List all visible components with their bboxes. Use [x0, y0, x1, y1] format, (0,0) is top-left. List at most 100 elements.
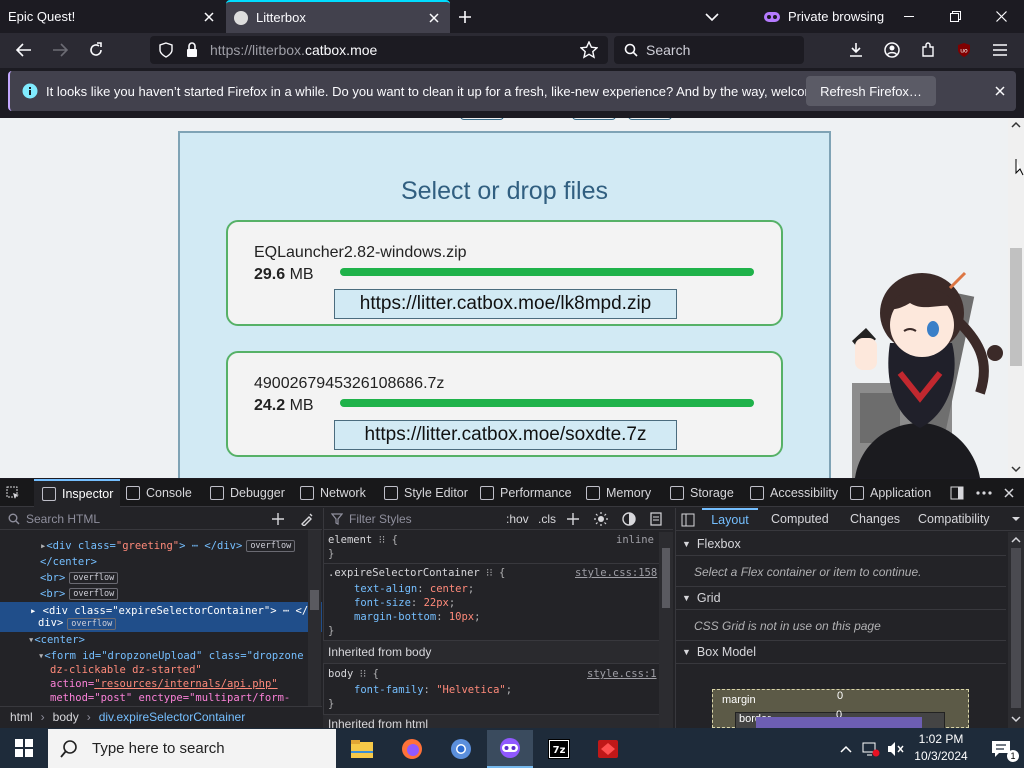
devtools-tab-performance[interactable]: Performance [480, 479, 572, 507]
devtools-tab-console[interactable]: Console [126, 479, 192, 507]
changes-tab[interactable]: Changes [850, 508, 900, 530]
scroll-up-icon[interactable] [1008, 535, 1024, 545]
hover-pseudo-toggle[interactable]: :hov [506, 512, 529, 526]
taskbar-clock[interactable]: 1:02 PM 10/3/2024 [910, 731, 972, 765]
markup-node[interactable]: <br> overflow [0, 570, 322, 586]
taskbar-7zip[interactable]: 7z [536, 730, 582, 768]
partial-button-above[interactable] [572, 118, 616, 120]
dock-options-button[interactable] [950, 479, 964, 507]
minimize-button[interactable] [886, 0, 932, 33]
scroll-down-icon[interactable] [1008, 714, 1024, 724]
tab-litterbox[interactable]: Litterbox [226, 0, 450, 33]
markup-node[interactable]: ▾ <center> [0, 632, 322, 648]
css-selector[interactable]: .expireSelectorContainer [328, 567, 480, 579]
css-value[interactable]: 10px [449, 611, 474, 623]
restore-button[interactable] [932, 0, 978, 33]
scrollbar-thumb[interactable] [310, 590, 319, 610]
devtools-tab-storage[interactable]: Storage [670, 479, 734, 507]
start-button[interactable] [0, 728, 48, 768]
search-html-bar[interactable]: Search HTML [0, 508, 322, 530]
scrollbar-thumb[interactable] [1011, 548, 1021, 708]
file-link[interactable]: https://litter.catbox.moe/soxdte.7z [334, 420, 677, 450]
css-property[interactable]: margin-bottom [354, 611, 436, 623]
print-media-icon[interactable] [650, 511, 662, 526]
dark-theme-icon[interactable] [622, 511, 636, 526]
taskbar-search-box[interactable]: Type here to search [48, 729, 336, 768]
close-tab-icon[interactable] [424, 8, 444, 28]
app-menu-button[interactable] [986, 36, 1014, 64]
taskbar-file-explorer[interactable] [339, 730, 385, 768]
markup-node-selected[interactable]: ▸ <div class="expireSelectorContainer"> … [0, 602, 322, 632]
breadcrumb-item[interactable]: div.expireSelectorContainer [99, 710, 246, 724]
taskbar-epic-quest-app[interactable] [585, 730, 631, 768]
back-button[interactable] [10, 36, 38, 64]
volume-button[interactable] [883, 730, 909, 768]
devtools-tab-style-editor[interactable]: Style Editor [384, 479, 468, 507]
devtools-tab-network[interactable]: Network [300, 479, 366, 507]
rule-source[interactable]: style.css:158 [575, 567, 657, 579]
css-declaration[interactable]: text-align: center; [354, 583, 474, 595]
css-selector[interactable]: body [328, 668, 353, 680]
scroll-down-icon[interactable] [1008, 464, 1024, 474]
grid-section-header[interactable]: ▼ Grid [676, 586, 1006, 610]
breadcrumb-item[interactable]: html [10, 710, 33, 724]
bookmark-star-icon[interactable] [580, 41, 598, 59]
devtools-menu-button[interactable] [976, 479, 992, 507]
show-hidden-icons-button[interactable] [832, 730, 860, 768]
taskbar-chromium[interactable] [438, 730, 484, 768]
overflow-badge[interactable]: overflow [69, 588, 119, 600]
markup-node[interactable]: <br> overflow [0, 586, 322, 602]
file-link[interactable]: https://litter.catbox.moe/lk8mpd.zip [334, 289, 677, 319]
url-bar[interactable]: https://litterbox.catbox.moe [150, 36, 608, 64]
list-all-tabs-button[interactable] [700, 0, 724, 33]
css-property[interactable]: font-size [354, 597, 411, 609]
box-model-section-header[interactable]: ▼ Box Model [676, 640, 1006, 664]
partial-button-above[interactable] [628, 118, 672, 120]
refresh-firefox-button[interactable]: Refresh Firefox… [806, 76, 936, 106]
tab-epic-quest[interactable]: Epic Quest! [0, 0, 225, 33]
css-declaration[interactable]: font-size: 22px; [354, 597, 455, 609]
account-button[interactable] [878, 36, 906, 64]
layout-scrollbar[interactable] [1008, 532, 1024, 728]
search-bar[interactable]: Search [614, 36, 804, 64]
scroll-up-icon[interactable] [1008, 120, 1024, 130]
network-status-button[interactable] [858, 730, 884, 768]
devtools-tab-debugger[interactable]: Debugger [210, 479, 285, 507]
overflow-badge[interactable]: overflow [246, 540, 296, 552]
rule-source-link[interactable]: style.css:1 [587, 668, 657, 680]
markup-node[interactable]: ▸ <div class= "greeting" > ⋯ </div> overflo… [0, 538, 322, 554]
css-value[interactable]: 22px [424, 597, 449, 609]
rule-source[interactable]: style.css:1 [587, 668, 657, 680]
partial-button-above[interactable] [460, 118, 504, 120]
css-selector[interactable]: element [328, 534, 372, 546]
downloads-button[interactable] [842, 36, 870, 64]
scrollbar-thumb[interactable] [1010, 248, 1022, 366]
close-notification-icon[interactable] [995, 86, 1005, 96]
eyedropper-icon[interactable] [300, 512, 314, 526]
add-rule-icon[interactable] [567, 512, 579, 525]
devtools-tab-accessibility[interactable]: Accessibility [750, 479, 838, 507]
css-declaration[interactable]: margin-bottom: 10px; [354, 611, 480, 623]
box-model-margin-value[interactable]: 0 [837, 690, 843, 702]
action-center-button[interactable]: 1 [978, 730, 1024, 768]
markup-scrollbar[interactable] [308, 530, 321, 706]
breadcrumb-item[interactable]: body [53, 710, 79, 724]
dropzone-upload[interactable]: Select or drop files EQLauncher2.82-wind… [178, 131, 831, 478]
rule-source-link[interactable]: style.css:158 [575, 567, 657, 579]
devtools-tab-inspector[interactable]: Inspector [34, 479, 120, 507]
css-property[interactable]: text-align [354, 583, 417, 595]
ublock-origin-button[interactable]: uo [950, 36, 978, 64]
add-node-icon[interactable] [272, 512, 284, 525]
scrollbar-thumb[interactable] [662, 548, 670, 608]
extensions-button[interactable] [914, 36, 942, 64]
devtools-tab-application[interactable]: Application [850, 479, 931, 507]
filter-styles-bar[interactable]: Filter Styles :hov .cls [323, 508, 673, 530]
computed-tab[interactable]: Computed [771, 508, 829, 530]
chevron-down-icon[interactable] [1011, 516, 1021, 522]
markup-attr-value[interactable]: "resources/internals/api.php" [94, 678, 277, 690]
close-tab-icon[interactable] [199, 7, 219, 27]
layout-tab[interactable]: Layout [702, 508, 758, 530]
light-theme-icon[interactable] [594, 511, 608, 526]
overflow-badge[interactable]: overflow [67, 617, 117, 630]
tracking-protection-shield-icon[interactable] [158, 42, 174, 58]
